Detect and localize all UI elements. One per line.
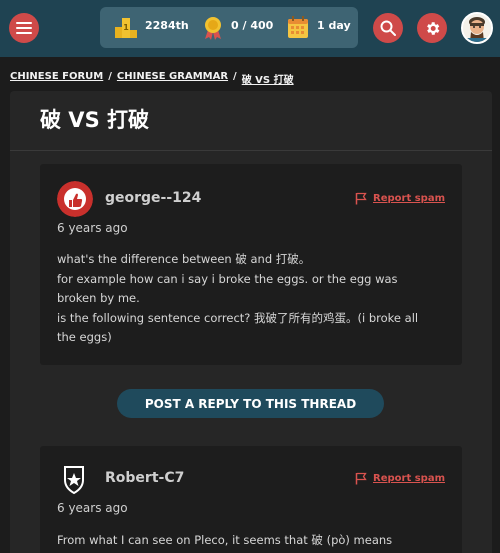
breadcrumb: CHINESE FORUM / CHINESE GRAMMAR / 破 VS 打… — [10, 71, 294, 86]
post-body-line: is the following sentence correct? 我破了所有… — [57, 310, 419, 325]
report-spam-label[interactable]: Report spam — [373, 473, 445, 484]
svg-text:1: 1 — [123, 23, 129, 32]
post-body-line: the eggs) — [57, 330, 112, 344]
day-streak: 1 day — [317, 19, 351, 32]
trophy-icon: 1 — [115, 18, 137, 38]
breadcrumb-chinese-grammar[interactable]: CHINESE GRAMMAR — [117, 71, 228, 85]
post-body-line: broken by me. — [57, 291, 140, 305]
post-timestamp: 6 years ago — [57, 501, 128, 515]
post-body-line: From what I can see on Pleco, it seems t… — [57, 533, 393, 547]
report-spam-link[interactable]: Report spam — [355, 192, 445, 205]
post-body-line: what's the difference between 破 and 打破。 — [57, 252, 311, 266]
gear-icon — [426, 21, 439, 35]
post-author-name[interactable]: Robert-C7 — [105, 470, 184, 486]
score-progress: 0 / 400 — [231, 19, 274, 32]
divider — [10, 150, 492, 151]
post-body: From what I can see on Pleco, it seems t… — [57, 531, 447, 551]
stats-panel: 1 2284th 0 / 400 1 day — [100, 7, 358, 48]
search-icon — [380, 20, 396, 36]
medal-icon — [205, 17, 221, 40]
settings-button[interactable] — [417, 13, 447, 43]
report-spam-link[interactable]: Report spam — [355, 472, 445, 485]
post: Robert-C7 Report spam 6 years ago From w… — [40, 446, 462, 553]
user-avatar-icon — [463, 14, 491, 42]
flag-icon — [355, 472, 367, 485]
breadcrumb-current-thread[interactable]: 破 VS 打破 — [242, 71, 294, 86]
breadcrumb-chinese-forum[interactable]: CHINESE FORUM — [10, 71, 103, 85]
post-author-name[interactable]: george--124 — [105, 190, 201, 206]
post-body-line: for example how can i say i broke the eg… — [57, 271, 398, 286]
calendar-icon — [288, 16, 308, 38]
post-reply-button[interactable]: POST A REPLY TO THIS THREAD — [117, 389, 384, 418]
top-bar: 1 2284th 0 / 400 1 day — [0, 0, 500, 57]
post: george--124 Report spam 6 years ago what… — [40, 164, 462, 365]
search-button[interactable] — [373, 13, 403, 43]
breadcrumb-separator: / — [233, 71, 237, 82]
menu-icon — [16, 22, 32, 34]
flag-icon — [355, 192, 367, 205]
post-body: what's the difference between 破 and 打破。 … — [57, 250, 447, 348]
user-avatar[interactable] — [461, 12, 493, 44]
post-timestamp: 6 years ago — [57, 221, 128, 235]
leaderboard-rank: 2284th — [145, 19, 189, 32]
report-spam-label[interactable]: Report spam — [373, 193, 445, 204]
breadcrumb-separator: / — [108, 71, 112, 82]
shield-star-icon — [64, 466, 84, 495]
menu-button[interactable] — [9, 13, 39, 43]
thread-title: 破 VS 打破 — [40, 108, 149, 132]
post-author-avatar — [57, 181, 93, 217]
